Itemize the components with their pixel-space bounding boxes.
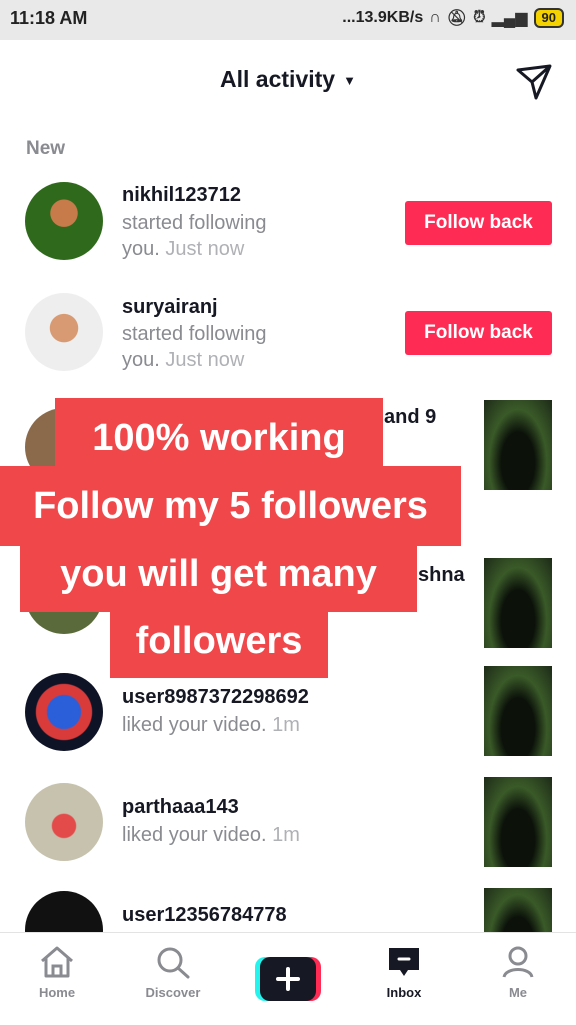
plus-icon[interactable] <box>255 957 321 1001</box>
activity-text: liked your video. 1m <box>122 824 300 846</box>
alarm-icon: ⏰︎ <box>473 9 486 26</box>
home-icon <box>41 946 73 978</box>
video-thumbnail[interactable] <box>484 888 552 932</box>
timestamp: Just now <box>165 349 245 371</box>
headphones-icon: ∩ <box>429 9 441 26</box>
inbox-icon <box>389 948 419 976</box>
video-thumbnail[interactable] <box>484 558 552 648</box>
header: All activity ▼ <box>0 40 576 124</box>
overlay-text-line: you will get many <box>20 546 417 612</box>
username[interactable]: nikhil123712 <box>122 184 241 207</box>
video-thumbnail[interactable] <box>484 400 552 490</box>
username[interactable]: suryairanj <box>122 296 218 319</box>
overlay-text-line: Follow my 5 followers <box>0 466 461 546</box>
network-speed: ...13.9KB/s <box>342 9 424 26</box>
paper-plane-icon[interactable] <box>514 62 554 102</box>
video-thumbnail[interactable] <box>484 666 552 756</box>
list-item[interactable]: suryairanj started following you. Just n… <box>0 290 576 390</box>
follow-back-button[interactable]: Follow back <box>405 311 552 355</box>
caret-down-icon: ▼ <box>343 73 356 89</box>
username[interactable]: user8987372298692 <box>122 686 309 709</box>
list-item[interactable]: nikhil123712 started following you. Just… <box>0 180 576 280</box>
activity-filter-dropdown[interactable]: All activity ▼ <box>0 66 576 93</box>
timestamp: 1m <box>272 824 300 846</box>
list-item[interactable]: parthaaa143 liked your video. 1m <box>0 777 576 880</box>
overlay-text-line: followers <box>110 608 328 678</box>
list-item[interactable]: user12356784778 <box>0 888 576 932</box>
battery-icon: 90 <box>533 8 564 28</box>
activity-text: liked your video. 1m <box>122 714 300 736</box>
follow-back-button[interactable]: Follow back <box>405 201 552 245</box>
overlay-text-line: 100% working <box>55 398 383 466</box>
nav-home[interactable]: Home <box>7 945 107 1000</box>
avatar[interactable] <box>25 673 103 751</box>
avatar[interactable] <box>25 783 103 861</box>
avatar[interactable] <box>25 182 103 260</box>
nav-label: Discover <box>145 985 201 1000</box>
activity-text-partial: shna <box>418 564 465 586</box>
username[interactable]: parthaaa143 <box>122 796 239 819</box>
user-icon <box>502 946 534 978</box>
timestamp: 1m <box>272 714 300 736</box>
status-time: 11:18 AM <box>10 8 88 28</box>
timestamp: Just now <box>165 238 245 260</box>
status-icons: ...13.9KB/s ∩ 🔕︎ ⏰︎ ▂▄▆ 90 <box>342 8 564 28</box>
nav-label: Inbox <box>386 985 422 1000</box>
nav-label: Me <box>508 985 528 1000</box>
search-icon <box>157 947 190 979</box>
status-bar: 11:18 AM ...13.9KB/s ∩ 🔕︎ ⏰︎ ▂▄▆ 90 <box>0 0 576 40</box>
page-title: All activity <box>220 66 336 92</box>
nav-me[interactable]: Me <box>468 945 568 1000</box>
bottom-nav: Home Discover Inbox Me <box>0 932 576 1025</box>
section-label-new: New <box>26 138 66 159</box>
activity-text-partial: and 9 <box>384 406 437 428</box>
avatar[interactable] <box>25 891 103 932</box>
nav-inbox[interactable]: Inbox <box>354 945 454 1000</box>
list-item[interactable]: user8987372298692 liked your video. 1m <box>0 666 576 770</box>
nav-discover[interactable]: Discover <box>123 945 223 1000</box>
mute-icon: 🔕︎ <box>446 10 468 27</box>
activity-text: started following you. Just now <box>122 323 267 371</box>
avatar[interactable] <box>25 293 103 371</box>
signal-icon: ▂▄▆ <box>491 10 528 27</box>
nav-label: Home <box>38 985 76 1000</box>
activity-text: started following you. Just now <box>122 212 267 260</box>
video-thumbnail[interactable] <box>484 777 552 867</box>
username[interactable]: user12356784778 <box>122 904 287 927</box>
